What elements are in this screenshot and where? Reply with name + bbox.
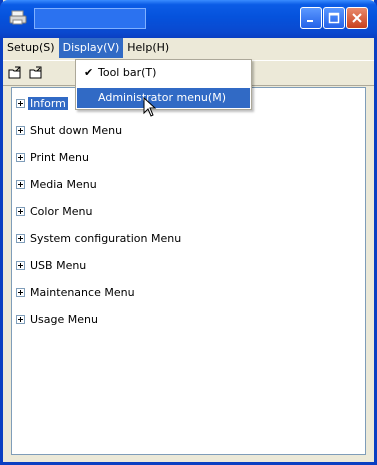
expand-icon[interactable] bbox=[16, 287, 25, 297]
tree-item-print[interactable]: Print Menu bbox=[16, 149, 91, 165]
tree-item-system-configuration[interactable]: System configuration Menu bbox=[16, 230, 183, 246]
expand-icon[interactable] bbox=[16, 152, 25, 162]
save-settings-icon[interactable] bbox=[29, 66, 43, 79]
checkmark-icon: ✔ bbox=[84, 66, 94, 79]
window-title bbox=[34, 8, 146, 29]
maximize-button[interactable] bbox=[323, 7, 345, 29]
tree-item-label: Maintenance Menu bbox=[30, 285, 135, 299]
close-button[interactable] bbox=[346, 7, 368, 29]
expand-icon[interactable] bbox=[16, 206, 25, 216]
tree-item-usage[interactable]: Usage Menu bbox=[16, 311, 100, 327]
tree-item-information[interactable]: Inform bbox=[16, 95, 68, 111]
minimize-icon bbox=[307, 20, 313, 22]
expand-icon[interactable] bbox=[16, 98, 25, 108]
tree-item-label: System configuration Menu bbox=[30, 231, 182, 245]
tree-item-maintenance[interactable]: Maintenance Menu bbox=[16, 284, 137, 300]
app-window: Setup(S) Display(V) Help(H) Inform Shut … bbox=[0, 0, 377, 465]
close-icon bbox=[352, 13, 362, 23]
maximize-icon bbox=[328, 12, 340, 24]
open-settings-icon[interactable] bbox=[8, 66, 22, 79]
mouse-pointer-icon bbox=[143, 97, 157, 117]
expand-icon[interactable] bbox=[16, 314, 25, 324]
tree-item-label: Print Menu bbox=[30, 150, 90, 164]
tree-item-color[interactable]: Color Menu bbox=[16, 203, 94, 219]
expand-icon[interactable] bbox=[16, 179, 25, 189]
minimize-button[interactable] bbox=[300, 7, 322, 29]
tree-item-shutdown[interactable]: Shut down Menu bbox=[16, 122, 124, 138]
expand-icon[interactable] bbox=[16, 260, 25, 270]
expand-icon[interactable] bbox=[16, 125, 25, 135]
tree-item-label: Usage Menu bbox=[30, 312, 98, 326]
tree-item-media[interactable]: Media Menu bbox=[16, 176, 99, 192]
tree-item-label: Color Menu bbox=[30, 204, 93, 218]
menu-display[interactable]: Display(V) bbox=[58, 38, 124, 58]
menu-help[interactable]: Help(H) bbox=[123, 38, 173, 58]
menu-item-administrator[interactable]: Administrator menu(M) bbox=[77, 88, 250, 108]
tree-item-label: Shut down Menu bbox=[30, 123, 123, 137]
tree-item-label: Inform bbox=[28, 96, 68, 110]
printer-icon bbox=[9, 10, 27, 25]
tree-item-label: Media Menu bbox=[30, 177, 97, 191]
menu-tree: Inform Shut down Menu Print Menu Media M… bbox=[11, 87, 366, 455]
tree-item-usb[interactable]: USB Menu bbox=[16, 257, 88, 273]
title-bar[interactable] bbox=[0, 0, 377, 38]
display-dropdown-menu: ✔ Tool bar(T) Administrator menu(M) bbox=[75, 59, 252, 110]
tree-item-label: USB Menu bbox=[30, 258, 87, 272]
expand-icon[interactable] bbox=[16, 233, 25, 243]
menu-bar: Setup(S) Display(V) Help(H) bbox=[3, 38, 374, 58]
menu-setup[interactable]: Setup(S) bbox=[3, 38, 59, 58]
menu-item-toolbar[interactable]: ✔ Tool bar(T) bbox=[77, 63, 250, 83]
